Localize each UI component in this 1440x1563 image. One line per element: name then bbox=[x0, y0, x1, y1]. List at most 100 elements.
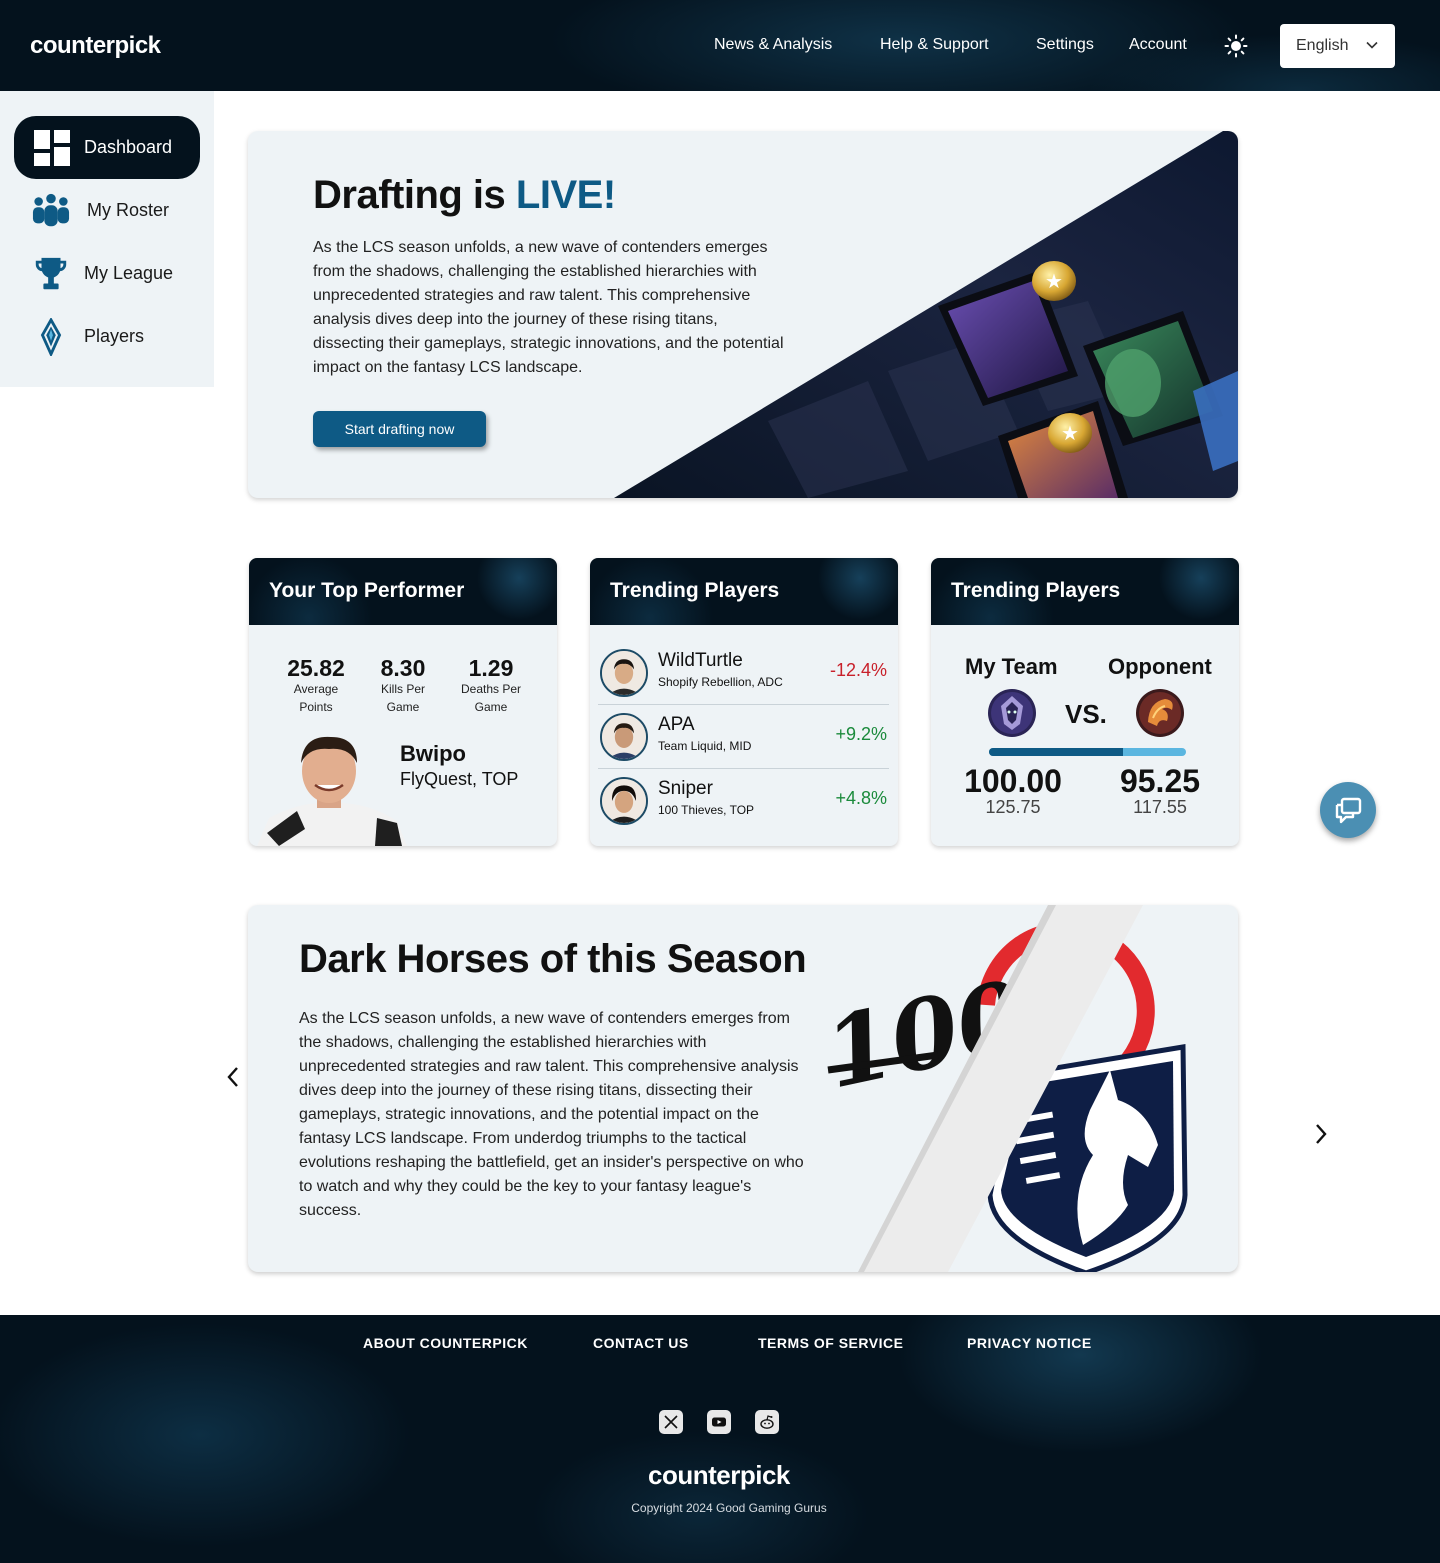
footer-link-privacy[interactable]: PRIVACY NOTICE bbox=[967, 1335, 1092, 1351]
sidebar-item-label: My Roster bbox=[87, 200, 170, 220]
stat-value: 25.82 bbox=[287, 655, 345, 681]
player-team: Shopify Rebellion, ADC bbox=[658, 675, 783, 689]
score-progress-bar bbox=[989, 748, 1186, 756]
player-photo bbox=[257, 736, 407, 846]
sun-icon[interactable] bbox=[1224, 34, 1248, 58]
my-team-projected: 125.75 bbox=[985, 797, 1041, 817]
hero-description: As the LCS season unfolds, a new wave of… bbox=[313, 239, 784, 376]
sidebar-item-my-roster[interactable]: My Roster bbox=[14, 179, 200, 242]
avatar bbox=[600, 777, 648, 825]
svg-text:★: ★ bbox=[1061, 421, 1079, 445]
sidebar-item-label: Dashboard bbox=[84, 137, 173, 157]
avatar bbox=[600, 649, 648, 697]
vs-label: VS. bbox=[1065, 699, 1107, 729]
stat-value: 8.30 bbox=[380, 655, 426, 681]
player-change: +4.8% bbox=[835, 788, 887, 808]
nav-news-analysis[interactable]: News & Analysis bbox=[714, 36, 832, 54]
sidebar-item-my-league[interactable]: My League bbox=[14, 242, 200, 305]
matchup-card[interactable]: Trending Players My Team Opponent VS. 10… bbox=[931, 558, 1239, 846]
my-team-label: My Team bbox=[965, 654, 1058, 679]
dark-horses-slide: 100 Dark Horses of this Season As the LC… bbox=[248, 905, 1238, 1272]
copyright-text: Copyright 2024 Good Gaming Gurus bbox=[631, 1501, 827, 1515]
footer-logo[interactable]: counterpick bbox=[648, 1460, 790, 1491]
stat-caption: Average bbox=[293, 682, 339, 696]
score-progress-fill bbox=[989, 748, 1123, 756]
player-name: APA bbox=[658, 714, 695, 735]
language-value: English bbox=[1296, 37, 1349, 54]
hero-title: Drafting is LIVE! bbox=[313, 173, 616, 218]
stat-caption: Game bbox=[474, 700, 508, 714]
card-header: Trending Players bbox=[590, 558, 898, 625]
stat-caption: Points bbox=[299, 700, 333, 714]
card-title: Trending Players bbox=[610, 579, 780, 602]
trending-players-card: Trending Players WildTurtle Shopify Rebe… bbox=[590, 558, 898, 846]
trending-player-row[interactable]: APA Team Liquid, MID +9.2% bbox=[598, 705, 889, 769]
trending-player-row[interactable]: Sniper 100 Thieves, TOP +4.8% bbox=[598, 769, 889, 833]
card-title: Your Top Performer bbox=[269, 579, 465, 602]
sidebar-item-dashboard[interactable]: Dashboard bbox=[14, 116, 200, 179]
avatar bbox=[600, 713, 648, 761]
stat-caption: Game bbox=[386, 700, 420, 714]
top-navbar: counterpick News & Analysis Help & Suppo… bbox=[0, 0, 1440, 91]
stat-average-points: 25.82 Average Points bbox=[276, 656, 356, 716]
player-change: +9.2% bbox=[835, 724, 887, 744]
reddit-icon[interactable] bbox=[755, 1410, 779, 1434]
stat-value: 1.29 bbox=[468, 655, 514, 681]
hero-title-highlight: LIVE! bbox=[515, 173, 616, 217]
opponent-score: 95.25 bbox=[1119, 763, 1201, 799]
stat-kills-per-game: 8.30 Kills Per Game bbox=[363, 656, 443, 716]
svg-text:★: ★ bbox=[1045, 269, 1063, 293]
hero-title-prefix: Drafting is bbox=[313, 173, 506, 217]
opponent-projected: 117.55 bbox=[1133, 797, 1187, 817]
drafting-live-banner: ★ ★ Drafting is LIVE! As the LCS season … bbox=[248, 131, 1238, 498]
opponent-label: Opponent bbox=[1108, 654, 1212, 679]
dark-horses-title: Dark Horses of this Season bbox=[299, 937, 807, 981]
performer-team: FlyQuest, TOP bbox=[400, 769, 519, 789]
trophy-icon bbox=[35, 257, 67, 289]
stat-caption: Deaths Per bbox=[460, 682, 522, 696]
performer-name: Bwipo bbox=[400, 741, 466, 766]
chat-button[interactable] bbox=[1320, 782, 1376, 838]
youtube-icon[interactable] bbox=[707, 1410, 731, 1434]
top-performer-card[interactable]: Your Top Performer 25.82 Average Points … bbox=[249, 558, 557, 846]
x-icon[interactable] bbox=[659, 1410, 683, 1434]
sidebar: Dashboard My Roster My League Players bbox=[0, 91, 214, 387]
chevron-left-icon bbox=[227, 1067, 238, 1087]
player-name: Sniper bbox=[658, 778, 713, 799]
language-select[interactable]: English bbox=[1280, 24, 1395, 68]
start-drafting-button[interactable]: Start drafting now bbox=[313, 411, 486, 447]
footer-link-terms[interactable]: TERMS OF SERVICE bbox=[758, 1335, 903, 1351]
footer-link-contact[interactable]: CONTACT US bbox=[593, 1335, 689, 1351]
footer: ABOUT COUNTERPICK CONTACT US TERMS OF SE… bbox=[0, 1315, 1440, 1563]
nav-settings[interactable]: Settings bbox=[1036, 36, 1094, 54]
card-header: Trending Players bbox=[931, 558, 1239, 625]
player-team: 100 Thieves, TOP bbox=[658, 803, 755, 817]
my-team-logo bbox=[988, 689, 1036, 737]
card-title: Trending Players bbox=[951, 579, 1121, 602]
player-name: WildTurtle bbox=[658, 650, 743, 671]
nav-help-support[interactable]: Help & Support bbox=[880, 36, 989, 54]
nav-account[interactable]: Account bbox=[1129, 36, 1187, 54]
chevron-right-icon bbox=[1316, 1124, 1327, 1144]
dark-horses-description: As the LCS season unfolds, a new wave of… bbox=[299, 1010, 804, 1219]
counterpick-logo[interactable]: counterpick bbox=[30, 32, 161, 60]
chat-bubbles-icon bbox=[1335, 797, 1362, 824]
sidebar-item-players[interactable]: Players bbox=[14, 305, 200, 368]
player-team: Team Liquid, MID bbox=[658, 739, 752, 753]
player-change: -12.4% bbox=[829, 660, 887, 680]
carousel-prev-button[interactable] bbox=[221, 1063, 245, 1091]
chevron-down-icon bbox=[1366, 41, 1378, 49]
card-header: Your Top Performer bbox=[249, 558, 557, 625]
sidebar-item-label: My League bbox=[84, 263, 174, 283]
people-icon bbox=[32, 193, 70, 226]
footer-link-about[interactable]: ABOUT COUNTERPICK bbox=[363, 1335, 528, 1351]
sidebar-item-label: Players bbox=[84, 326, 145, 346]
trending-player-row[interactable]: WildTurtle Shopify Rebellion, ADC -12.4% bbox=[598, 641, 889, 705]
opponent-team-logo bbox=[1136, 689, 1184, 737]
dashboard-icon bbox=[34, 129, 70, 166]
my-team-score: 100.00 bbox=[964, 763, 1062, 799]
carousel-next-button[interactable] bbox=[1309, 1120, 1333, 1148]
stat-caption: Kills Per bbox=[380, 682, 425, 696]
players-crest-icon bbox=[40, 317, 62, 356]
stat-deaths-per-game: 1.29 Deaths Per Game bbox=[451, 656, 531, 716]
